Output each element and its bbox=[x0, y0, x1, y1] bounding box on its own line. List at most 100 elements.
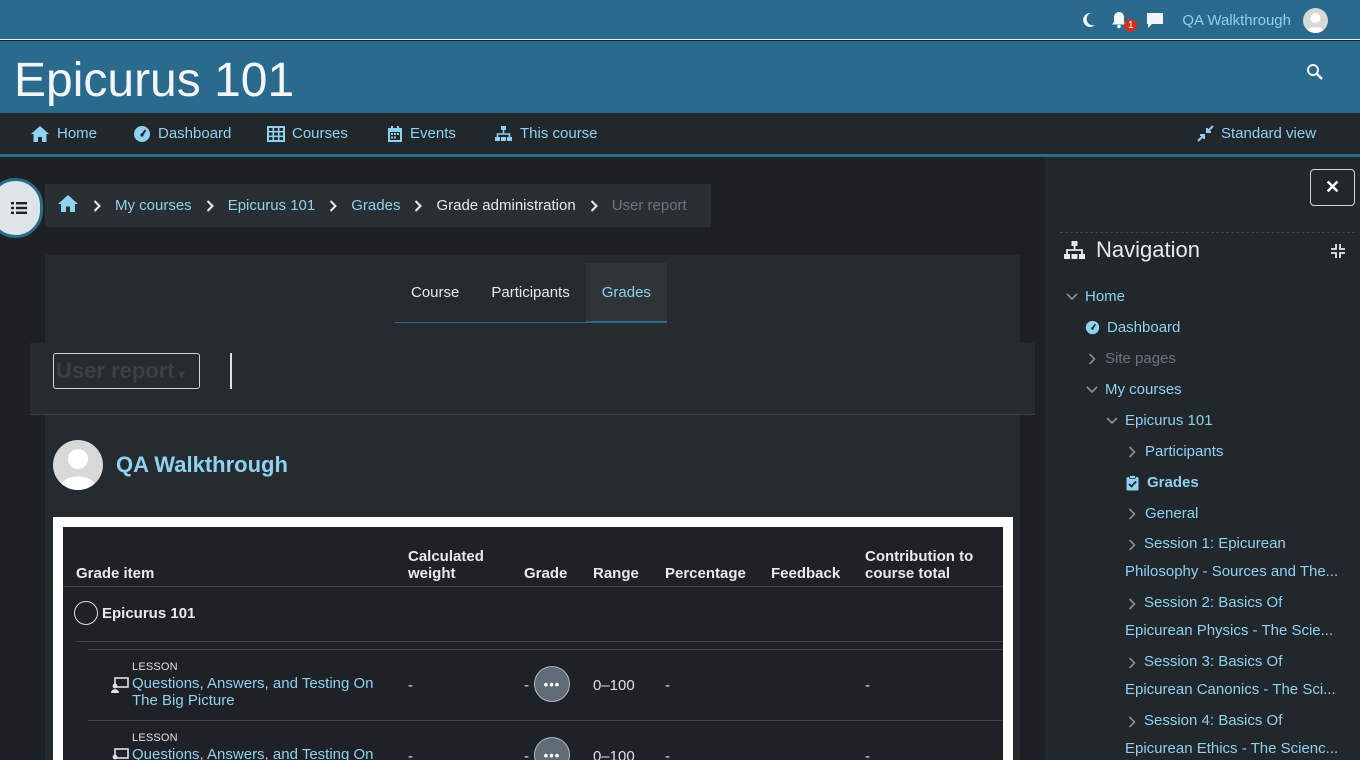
tertiary-navigation: User report ▾ bbox=[30, 343, 1035, 415]
search-icon[interactable] bbox=[1306, 63, 1328, 85]
user-profile-avatar[interactable] bbox=[53, 440, 103, 490]
nav-tree-session-4[interactable]: Session 4: Basics Of Epicurean Ethics - … bbox=[1125, 707, 1350, 760]
primary-navigation: Home Dashboard Courses Events This cours… bbox=[0, 113, 1360, 157]
nav-tree-participants-label: Participants bbox=[1145, 443, 1224, 460]
dashboard-gauge-icon bbox=[1085, 320, 1100, 335]
nav-tree-session-3[interactable]: Session 3: Basics Of Epicurean Canonics … bbox=[1125, 648, 1350, 704]
breadcrumb-home-icon[interactable] bbox=[57, 194, 79, 217]
sitemap-icon bbox=[495, 126, 512, 141]
grade-item-link[interactable]: Questions, Answers, and Testing On The B… bbox=[132, 675, 382, 709]
topbar-actions: 1 QA Walkthrough bbox=[1078, 0, 1328, 40]
page-header: Epicurus 101 bbox=[0, 41, 1360, 113]
nav-tree-course[interactable]: Epicurus 101 bbox=[1105, 412, 1213, 429]
nav-tree-session-2[interactable]: Session 2: Basics Of Epicurean Physics -… bbox=[1125, 589, 1350, 645]
grade-cell: - bbox=[524, 748, 529, 760]
nav-events-label: Events bbox=[410, 125, 456, 142]
chevron-down-icon bbox=[1065, 292, 1079, 301]
chevron-right-icon bbox=[1125, 507, 1139, 520]
messages-icon[interactable] bbox=[1144, 9, 1166, 31]
nav-tree-general[interactable]: General bbox=[1125, 505, 1198, 522]
chevron-down-icon bbox=[1105, 416, 1119, 425]
tab-course[interactable]: Course bbox=[395, 263, 476, 323]
grade-actions-menu-button[interactable]: ••• bbox=[534, 666, 570, 702]
nav-courses[interactable]: Courses bbox=[267, 113, 348, 154]
tab-grades[interactable]: Grades bbox=[585, 263, 667, 323]
header-row-divider bbox=[63, 586, 1003, 587]
clipboard-check-icon bbox=[1126, 474, 1139, 490]
vertical-divider bbox=[230, 353, 232, 389]
nav-tree-my-courses[interactable]: My courses bbox=[1085, 381, 1182, 398]
column-header-range: Range bbox=[593, 565, 639, 582]
breadcrumb: My courses Epicurus 101 Grades Grade adm… bbox=[45, 184, 711, 227]
course-title: Epicurus 101 bbox=[14, 54, 295, 107]
grade-item-type: LESSON bbox=[132, 661, 178, 673]
nav-tree-general-label: General bbox=[1145, 505, 1199, 522]
nav-tree-participants[interactable]: Participants bbox=[1125, 443, 1223, 460]
standard-view-label: Standard view bbox=[1221, 125, 1317, 142]
notification-count-badge: 1 bbox=[1124, 19, 1138, 32]
breadcrumb-course[interactable]: Epicurus 101 bbox=[228, 197, 316, 214]
column-header-percentage: Percentage bbox=[665, 565, 746, 582]
user-avatar[interactable] bbox=[1303, 7, 1328, 33]
nav-home-label: Home bbox=[57, 125, 98, 142]
column-header-feedback: Feedback bbox=[771, 565, 841, 582]
lesson-icon bbox=[111, 677, 129, 693]
breadcrumb-grade-administration: Grade administration bbox=[436, 197, 576, 214]
grade-table-frame: Grade item Calculated weight Grade Range… bbox=[53, 517, 1013, 760]
navigation-title-text: Navigation bbox=[1096, 237, 1200, 262]
report-type-dropdown[interactable]: User report ▾ bbox=[53, 353, 200, 389]
notifications-bell-icon[interactable]: 1 bbox=[1108, 9, 1138, 32]
caret-down-icon: ▾ bbox=[178, 367, 185, 381]
close-drawer-button[interactable]: ✕ bbox=[1310, 169, 1355, 206]
nav-this-course[interactable]: This course bbox=[494, 113, 598, 154]
dashboard-gauge-icon bbox=[134, 125, 150, 142]
contribution-cell: - bbox=[865, 677, 870, 694]
dark-mode-icon[interactable] bbox=[1078, 9, 1100, 31]
row-divider bbox=[88, 720, 1003, 721]
chevron-down-icon bbox=[1085, 385, 1099, 394]
column-header-grade-item: Grade item bbox=[76, 565, 155, 582]
nav-tree-home[interactable]: Home bbox=[1065, 288, 1125, 305]
calculated-weight-cell: - bbox=[408, 677, 413, 694]
nav-events[interactable]: Events bbox=[387, 113, 456, 154]
sitemap-icon bbox=[1064, 241, 1085, 259]
standard-view-toggle[interactable]: Standard view bbox=[1197, 113, 1316, 154]
grade-item-link[interactable]: Questions, Answers, and Testing On bbox=[132, 746, 382, 760]
range-cell: 0–100 bbox=[593, 748, 635, 760]
range-cell: 0–100 bbox=[593, 677, 635, 694]
breadcrumb-my-courses[interactable]: My courses bbox=[115, 197, 192, 214]
nav-tree-session-1[interactable]: Session 1: Epicurean Philosophy - Source… bbox=[1125, 530, 1350, 586]
tab-participants[interactable]: Participants bbox=[475, 263, 586, 323]
row-divider bbox=[88, 649, 1003, 650]
nav-home[interactable]: Home bbox=[30, 113, 97, 154]
user-profile-name[interactable]: QA Walkthrough bbox=[116, 452, 288, 478]
breadcrumb-grades[interactable]: Grades bbox=[351, 197, 400, 214]
grade-cell: - bbox=[524, 677, 529, 694]
nav-tree-grades-label: Grades bbox=[1147, 474, 1199, 491]
user-menu-name[interactable]: QA Walkthrough bbox=[1182, 12, 1291, 29]
chevron-right-icon bbox=[329, 199, 338, 212]
category-collapse-toggle[interactable] bbox=[74, 601, 98, 625]
nav-tree-site-pages-label: Site pages bbox=[1105, 350, 1176, 367]
column-header-grade: Grade bbox=[524, 565, 568, 582]
block-drawer: ✕ Navigation Home Dashboard Site pages M… bbox=[1045, 157, 1360, 760]
nav-tree-site-pages[interactable]: Site pages bbox=[1085, 350, 1176, 367]
calculated-weight-cell: - bbox=[408, 748, 413, 760]
nav-dashboard[interactable]: Dashboard bbox=[133, 113, 231, 154]
course-index-toggle[interactable] bbox=[0, 178, 43, 238]
collapse-block-icon[interactable] bbox=[1330, 243, 1346, 259]
nav-tree-my-courses-label: My courses bbox=[1105, 381, 1182, 398]
drawer-divider bbox=[1060, 232, 1355, 233]
list-icon bbox=[11, 202, 27, 214]
secondary-navigation-tabs: Course Participants Grades bbox=[395, 263, 667, 323]
column-header-calculated-weight: Calculated weight bbox=[408, 548, 484, 582]
grade-actions-menu-button[interactable]: ••• bbox=[534, 737, 570, 760]
contribution-cell: - bbox=[865, 748, 870, 760]
top-bar: 1 QA Walkthrough bbox=[0, 0, 1360, 40]
nav-tree-grades[interactable]: Grades bbox=[1126, 474, 1199, 491]
chevron-right-icon bbox=[590, 199, 598, 212]
nav-tree-dashboard[interactable]: Dashboard bbox=[1085, 319, 1180, 336]
user-heading: QA Walkthrough bbox=[53, 440, 288, 490]
percentage-cell: - bbox=[665, 677, 670, 694]
category-name: Epicurus 101 bbox=[102, 605, 196, 622]
